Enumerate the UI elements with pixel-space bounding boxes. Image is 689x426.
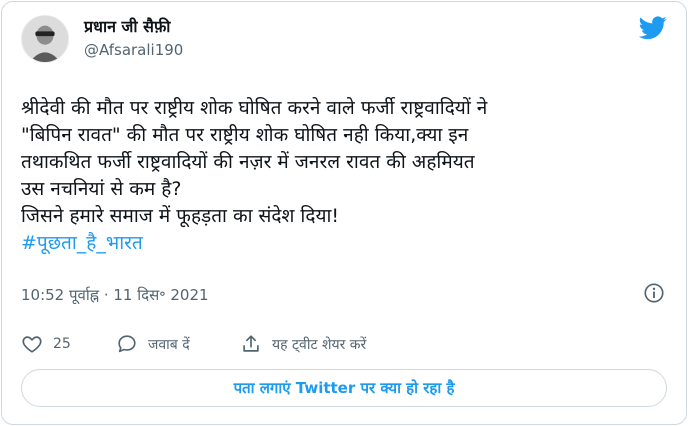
tweet-text: श्रीदेवी की मौत पर राष्ट्रीय शोक घोषित क… [21, 95, 671, 257]
twitter-bird-icon[interactable] [639, 16, 667, 40]
author-display-name[interactable]: प्रधान जी सैफ़ी [84, 17, 170, 37]
tweet-line: जिसने हमारे समाज में फूहड़ता का संदेश दि… [21, 205, 340, 227]
avatar[interactable] [21, 15, 69, 63]
info-icon[interactable] [643, 282, 665, 304]
tweet-line: उस नचनियां से कम है? [21, 178, 182, 200]
like-count: 25 [53, 336, 71, 352]
tweet-line: श्रीदेवी की मौत पर राष्ट्रीय शोक घोषित क… [21, 97, 488, 119]
tweet-actions: 25 जवाब दें यह ट्वीट शेयर करें [21, 332, 366, 356]
reply-label: जवाब दें [148, 336, 190, 353]
like-button[interactable]: 25 [21, 332, 116, 356]
heart-icon [22, 336, 42, 353]
tweet-line: "बिपिन रावत" की मौत पर राष्ट्रीय शोक घोष… [21, 124, 469, 146]
reply-button[interactable]: जवाब दें [116, 332, 240, 356]
explore-twitter-button[interactable]: पता लगाएं Twitter पर क्या हो रहा है [21, 369, 667, 407]
tweet-timestamp[interactable]: 10:52 पूर्वाह्न · 11 दिस॰ 2021 [21, 285, 209, 305]
tweet-line: तथाकथित फर्जी राष्ट्रवादियों की नज़र में… [21, 151, 475, 173]
share-label: यह ट्वीट शेयर करें [272, 336, 367, 353]
share-upload-icon [243, 335, 259, 352]
author-handle[interactable]: @Afsarali190 [84, 40, 183, 60]
hashtag-link[interactable]: #पूछता_है_भारत [21, 230, 671, 257]
tweet-card: प्रधान जी सैफ़ी @Afsarali190 श्रीदेवी की… [1, 1, 687, 425]
reply-bubble-icon [118, 335, 136, 353]
share-button[interactable]: यह ट्वीट शेयर करें [240, 332, 366, 356]
